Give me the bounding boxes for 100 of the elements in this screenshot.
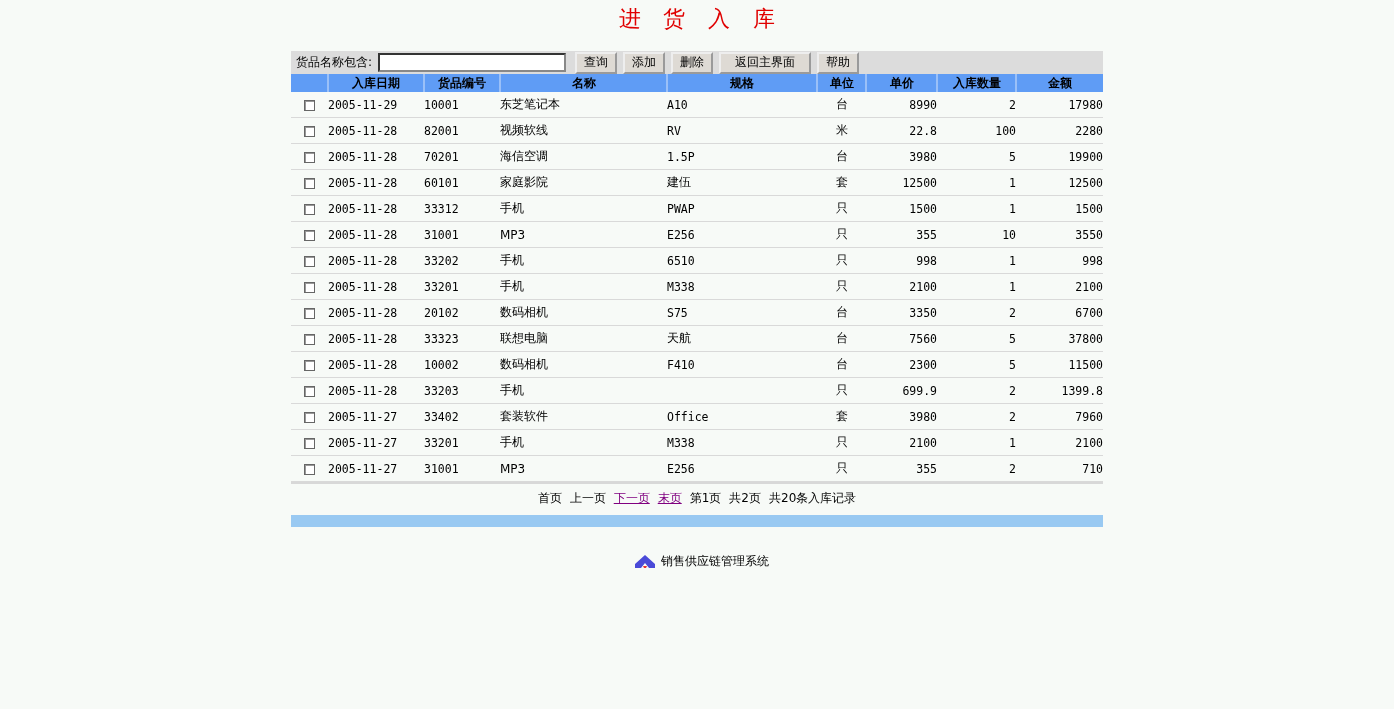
pagination-link[interactable]: 下一页 (613, 489, 650, 507)
table-cell: 998 (916, 253, 937, 268)
row-checkbox[interactable] (304, 125, 315, 137)
table-cell: 37800 (1068, 331, 1103, 346)
table-cell: 5 (1009, 149, 1016, 164)
table-cell: 天航 (667, 331, 691, 345)
table-cell: 17980 (1068, 97, 1103, 112)
table-cell: 3550 (1075, 227, 1103, 242)
table-cell: 2 (1009, 305, 1016, 320)
table-cell: 数码相机 (500, 357, 548, 371)
table-cell: 2005-11-28 (328, 149, 398, 164)
table-cell: 只 (835, 461, 848, 475)
pagination-text: 共20条入库记录 (769, 489, 857, 507)
table-cell: 只 (835, 435, 848, 449)
table-cell: 33201 (424, 435, 459, 450)
row-checkbox[interactable] (304, 385, 315, 397)
row-checkbox[interactable] (304, 333, 315, 345)
toolbar-button[interactable]: 查询 (575, 51, 618, 74)
row-checkbox[interactable] (304, 203, 315, 215)
row-checkbox[interactable] (304, 437, 315, 449)
table-cell: 3350 (909, 305, 937, 320)
table-cell: Office (667, 409, 709, 424)
table-cell: 家庭影院 (500, 175, 548, 189)
row-checkbox[interactable] (304, 359, 315, 371)
column-header: 名称 (500, 74, 667, 92)
table-cell: 33323 (424, 331, 459, 346)
table-cell: 台 (835, 357, 848, 371)
table-cell: M338 (667, 435, 695, 450)
table-cell: 33201 (424, 279, 459, 294)
table-cell: 联想电脑 (500, 331, 548, 345)
table-cell: 建伍 (667, 175, 691, 189)
table-cell: 手机 (500, 201, 524, 215)
column-header: 金额 (1016, 74, 1103, 92)
table-cell: 33202 (424, 253, 459, 268)
table-cell: 10 (1002, 227, 1016, 242)
table-cell: E256 (667, 227, 695, 242)
table-cell: 33402 (424, 409, 459, 424)
toolbar-button[interactable]: 添加 (623, 51, 666, 74)
column-header: 单位 (817, 74, 866, 92)
toolbar-button[interactable]: 删除 (671, 51, 714, 74)
row-checkbox[interactable] (304, 229, 315, 241)
row-checkbox[interactable] (304, 307, 315, 319)
pagination-link[interactable]: 末页 (657, 489, 682, 507)
column-header: 规格 (667, 74, 817, 92)
table-cell: 6510 (667, 253, 695, 268)
table-cell: 1 (1009, 201, 1016, 216)
pagination-text: 上一页 (569, 489, 606, 507)
row-checkbox[interactable] (304, 463, 315, 475)
table-cell: 7560 (909, 331, 937, 346)
row-checkbox[interactable] (304, 151, 315, 163)
table-cell: 33203 (424, 383, 459, 398)
table-cell: F410 (667, 357, 695, 372)
table-cell: M338 (667, 279, 695, 294)
table-cell: 10002 (424, 357, 459, 372)
table-cell: RV (667, 123, 681, 138)
table-cell: 套 (835, 409, 848, 423)
row-checkbox[interactable] (304, 411, 315, 423)
table-cell: 2005-11-28 (328, 227, 398, 242)
row-checkbox[interactable] (304, 281, 315, 293)
logo-icon (635, 554, 655, 569)
table-cell: 只 (835, 279, 848, 293)
column-header: 货品编号 (424, 74, 500, 92)
row-checkbox[interactable] (304, 255, 315, 267)
table-cell: 台 (835, 305, 848, 319)
table-cell: 2005-11-28 (328, 279, 398, 294)
table-cell: 数码相机 (500, 305, 548, 319)
table-cell: 套 (835, 175, 848, 189)
table-cell: 355 (916, 461, 937, 476)
table-cell: 海信空调 (500, 149, 548, 163)
table-cell: 2300 (909, 357, 937, 372)
table-cell: 2100 (1075, 279, 1103, 294)
table-cell: 1500 (909, 201, 937, 216)
table-cell: 100 (995, 123, 1016, 138)
table-cell: MP3 (500, 227, 526, 242)
table-cell: 8990 (909, 97, 937, 112)
row-checkbox[interactable] (304, 177, 315, 189)
toolbar-button[interactable]: 返回主界面 (719, 51, 812, 74)
table-cell: 355 (916, 227, 937, 242)
search-field[interactable] (378, 53, 567, 72)
table-cell: A10 (667, 97, 688, 112)
search-label: 货品名称包含: (296, 54, 373, 71)
toolbar-button[interactable]: 帮助 (817, 51, 860, 74)
table-cell: 手机 (500, 279, 524, 293)
table-cell: 2100 (909, 435, 937, 450)
table-cell: 2005-11-28 (328, 175, 398, 190)
table-cell: 2005-11-28 (328, 305, 398, 320)
table-cell: 视频软线 (500, 123, 548, 137)
table-cell: 只 (835, 383, 848, 397)
table-cell: 2 (1009, 461, 1016, 476)
table-cell: 2280 (1075, 123, 1103, 138)
table-cell: 2005-11-28 (328, 383, 398, 398)
table-cell: 2 (1009, 383, 1016, 398)
table-cell: 5 (1009, 357, 1016, 372)
table-cell: 2005-11-28 (328, 201, 398, 216)
table-cell: 2 (1009, 97, 1016, 112)
row-checkbox[interactable] (304, 99, 315, 111)
table-cell: 2005-11-27 (328, 435, 398, 450)
table-cell: 台 (835, 97, 848, 111)
table-cell: 3980 (909, 149, 937, 164)
table-cell: 1399.8 (1061, 383, 1103, 398)
